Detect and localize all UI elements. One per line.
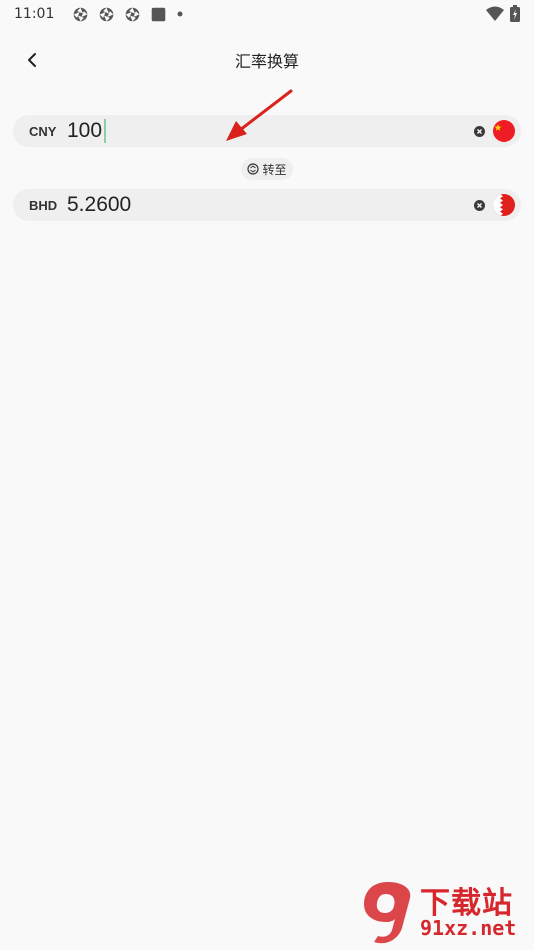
page-title: 汇率换算 — [234, 52, 299, 71]
bahrain-flag — [493, 194, 515, 216]
china-flag — [493, 120, 515, 142]
status-system-icons — [486, 5, 520, 22]
watermark-91-logo-icon — [364, 882, 411, 944]
square-icon — [152, 7, 166, 21]
clear-icon — [477, 202, 482, 208]
bahrain-flag-icon[interactable] — [493, 194, 515, 216]
aperture-icon — [100, 7, 114, 21]
chevron-left-icon — [28, 53, 36, 67]
clear-icon — [477, 128, 482, 134]
currency-row-bhd[interactable]: BHD 5.2600 — [13, 189, 521, 221]
swap-icon — [247, 163, 260, 175]
currency-code[interactable]: CNY — [13, 124, 67, 139]
clear-button-cny[interactable] — [474, 125, 485, 137]
aperture-icon — [74, 7, 88, 21]
china-flag-icon[interactable] — [493, 120, 515, 142]
aperture-icon — [126, 7, 140, 21]
status-notification-icons — [72, 6, 184, 23]
amount-input-bhd[interactable]: 5.2600 — [67, 193, 474, 217]
amount-value: 100 — [67, 119, 103, 142]
amount-value: 5.2600 — [67, 193, 132, 216]
text-caret — [104, 119, 107, 143]
status-bar: 11:01 — [0, 0, 534, 28]
dot-icon — [177, 11, 183, 17]
amount-input-cny[interactable]: 100 — [67, 119, 474, 143]
currency-code[interactable]: BHD — [13, 198, 67, 213]
watermark-logo: 下载站 91xz.net — [358, 876, 528, 946]
currency-row-cny[interactable]: CNY 100 — [13, 115, 521, 147]
swap-label: 转至 — [262, 162, 287, 177]
header-bar: 汇率换算 — [0, 40, 534, 80]
wifi-icon — [486, 6, 504, 21]
battery-icon — [510, 5, 520, 22]
clear-button-bhd[interactable] — [474, 199, 485, 211]
status-time: 11:01 — [14, 6, 55, 22]
back-button[interactable] — [18, 46, 46, 74]
swap-button[interactable]: 转至 — [241, 158, 293, 180]
watermark-domain-text: 91xz.net — [420, 916, 517, 940]
